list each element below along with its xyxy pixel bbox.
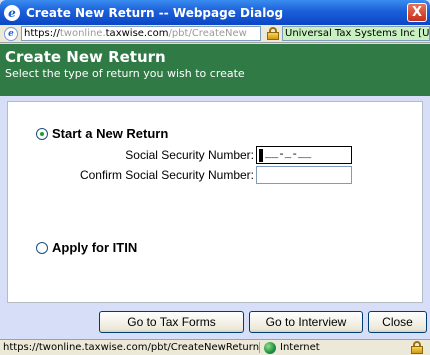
status-url: https://twonline.taxwise.com/pbt/CreateN… — [0, 342, 260, 353]
content-panel: Start a New Return Social Security Numbe… — [7, 101, 423, 303]
internet-globe-icon — [264, 341, 276, 354]
option-itin[interactable]: Apply for ITIN — [36, 240, 137, 255]
dialog-title: Create New Return — [5, 48, 166, 66]
go-to-interview-button[interactable]: Go to Interview — [249, 311, 363, 333]
lock-icon[interactable] — [267, 27, 279, 40]
url-field[interactable]: https:// twonline. taxwise.com /pbt/Crea… — [21, 26, 261, 41]
confirm-ssn-row: Confirm Social Security Number: — [38, 166, 352, 184]
confirm-ssn-label: Confirm Social Security Number: — [79, 168, 254, 182]
ssn-mask: __-_-__ — [265, 149, 312, 161]
ie-page-icon: e — [4, 26, 18, 41]
confirm-ssn-input[interactable] — [256, 166, 352, 184]
itin-radio[interactable] — [36, 241, 48, 254]
zone-label: Internet — [280, 342, 320, 353]
new-return-radio[interactable] — [36, 127, 48, 140]
window-titlebar[interactable]: e Create New Return -- Webpage Dialog X — [0, 0, 430, 25]
ssn-input[interactable]: __-_-__ — [256, 146, 352, 164]
dialog-header: Create New Return Select the type of ret… — [0, 44, 430, 96]
window-close-button[interactable]: X — [407, 3, 427, 22]
go-to-tax-forms-button[interactable]: Go to Tax Forms — [99, 311, 244, 333]
url-path: /pbt/CreateNew — [168, 28, 247, 39]
close-button[interactable]: Close — [368, 311, 427, 333]
security-zone[interactable]: Internet — [260, 341, 380, 354]
close-icon: X — [411, 5, 423, 20]
window-title: Create New Return -- Webpage Dialog — [26, 5, 284, 20]
status-bar: https://twonline.taxwise.com/pbt/CreateN… — [0, 339, 430, 355]
address-bar: e https:// twonline. taxwise.com /pbt/Cr… — [0, 25, 430, 43]
dialog-footer: Go to Tax Forms Go to Interview Close — [0, 305, 430, 338]
ssn-label: Social Security Number: — [125, 148, 254, 162]
ssn-row: Social Security Number: __-_-__ — [38, 146, 352, 164]
option-new-return[interactable]: Start a New Return — [36, 126, 168, 141]
itin-label[interactable]: Apply for ITIN — [52, 240, 137, 255]
dialog-subtitle: Select the type of return you wish to cr… — [5, 67, 245, 80]
new-return-label[interactable]: Start a New Return — [52, 126, 168, 141]
url-scheme: https:// — [24, 28, 60, 39]
status-lock-icon[interactable] — [411, 341, 423, 354]
text-caret — [259, 148, 263, 162]
url-domain: taxwise.com — [105, 28, 169, 39]
certificate-label[interactable]: Universal Tax Systems Inc [US] — [282, 26, 430, 41]
ie-logo-icon: e — [4, 4, 20, 21]
url-subdomain: twonline. — [59, 28, 106, 39]
